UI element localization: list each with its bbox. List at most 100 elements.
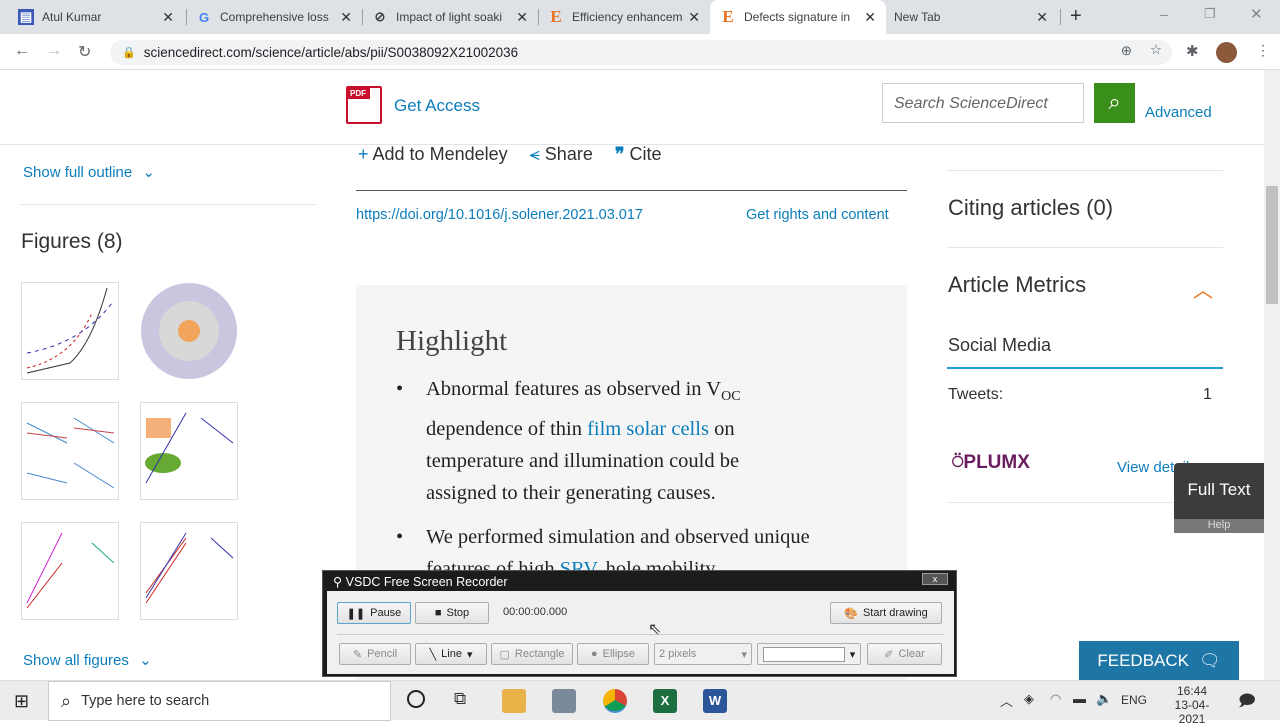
chrome-icon[interactable] xyxy=(603,689,627,713)
tab-impact-light-soaking[interactable]: ⊘ Impact of light soaki ✕ xyxy=(362,0,538,34)
tab-defects-signature[interactable]: E Defects signature in ✕ xyxy=(710,0,886,34)
search-button[interactable]: ⌕ xyxy=(1094,83,1135,123)
help-link[interactable]: Help xyxy=(1174,519,1264,533)
tab-new-tab[interactable]: New Tab ✕ xyxy=(886,0,1058,34)
show-full-outline-link[interactable]: Show full outline ⌄ xyxy=(23,163,155,181)
lock-icon: 🔒 xyxy=(122,47,136,59)
figure-thumbnail[interactable] xyxy=(21,402,119,500)
social-media-label: Social Media xyxy=(948,335,1052,355)
pdf-icon: PDF xyxy=(346,86,382,124)
get-rights-link[interactable]: Get rights and content xyxy=(746,207,889,223)
pencil-icon: ✎ xyxy=(352,648,363,661)
line-width-select[interactable]: 2 pixels ▾ xyxy=(654,643,752,665)
elsevier-icon: E xyxy=(722,7,734,26)
stop-button[interactable]: ■ Stop xyxy=(415,602,489,624)
palette-icon: 🎨 xyxy=(844,607,858,620)
cite-button[interactable]: ❞ Cite xyxy=(615,144,662,165)
figure-thumbnail[interactable] xyxy=(140,522,238,620)
address-bar[interactable]: 🔒 sciencedirect.com/science/article/abs/p… xyxy=(110,40,1172,65)
scrollbar-thumb[interactable] xyxy=(1266,186,1278,304)
cortana-icon[interactable] xyxy=(407,690,425,708)
language-indicator[interactable]: ENG xyxy=(1121,693,1147,707)
plus-icon: + xyxy=(358,144,369,164)
star-icon[interactable]: ☆ xyxy=(1150,42,1162,58)
notifications-icon[interactable]: 🗩 xyxy=(1238,690,1256,717)
new-tab-button[interactable]: + xyxy=(1070,5,1082,28)
pause-button[interactable]: ❚❚ Pause xyxy=(337,602,411,624)
clear-button[interactable]: ✐ Clear xyxy=(867,643,942,665)
chevron-up-icon[interactable]: ︿ xyxy=(1000,691,1013,710)
film-solar-cells-link[interactable]: film solar cells xyxy=(587,418,709,440)
get-access-link[interactable]: Get Access xyxy=(394,96,480,116)
close-icon[interactable]: ✕ xyxy=(688,9,700,26)
pencil-button[interactable]: ✎ Pencil xyxy=(339,643,411,665)
taskbar: ⊞ ⌕ Type here to search ⧉ X W ︿ ◈ ◠ ▬ 🔈 E… xyxy=(0,680,1280,726)
figure-thumbnail[interactable] xyxy=(140,402,238,500)
close-icon[interactable]: ✕ xyxy=(864,9,876,26)
full-text-widget[interactable]: Full Text Help xyxy=(1174,463,1264,533)
chat-icon: 🗨 xyxy=(1199,650,1221,670)
add-to-mendeley-button[interactable]: + Add to Mendeley xyxy=(358,144,508,165)
file-explorer-icon[interactable] xyxy=(502,689,526,713)
extensions-icon[interactable]: ✱ xyxy=(1186,42,1199,60)
network-app-icon[interactable]: ◈ xyxy=(1024,691,1034,707)
blogger-icon: ▤ xyxy=(18,9,34,25)
citing-articles-heading[interactable]: Citing articles (0) xyxy=(948,195,1113,221)
close-window-button[interactable]: ✕ xyxy=(1250,5,1263,23)
article-actions: + Add to Mendeley ⪪ Share ❞ Cite xyxy=(358,144,662,165)
minimize-button[interactable]: – xyxy=(1160,6,1168,22)
share-button[interactable]: ⪪ Share xyxy=(530,144,593,165)
figure-thumbnail[interactable] xyxy=(21,522,119,620)
line-icon: ╲ xyxy=(429,648,437,661)
show-all-figures-link[interactable]: Show all figures ⌄ xyxy=(23,651,152,669)
tab-efficiency-enhancement[interactable]: E Efficiency enhancem ✕ xyxy=(538,0,710,34)
stop-icon: ■ xyxy=(434,607,442,619)
reload-icon[interactable]: ↻ xyxy=(78,42,91,62)
taskbar-search-input[interactable]: ⌕ Type here to search xyxy=(48,681,391,721)
volume-icon[interactable]: 🔈 xyxy=(1096,691,1112,707)
feedback-button[interactable]: FEEDBACK 🗨 xyxy=(1079,641,1239,680)
rectangle-icon: ▢ xyxy=(499,648,510,661)
forward-icon[interactable]: → xyxy=(46,42,62,60)
quote-icon: ❞ xyxy=(614,144,625,164)
figure-thumbnail[interactable] xyxy=(140,282,238,380)
doi-link[interactable]: https://doi.org/10.1016/j.solener.2021.0… xyxy=(356,207,643,223)
advanced-search-link[interactable]: Advanced xyxy=(1145,104,1212,121)
scrollbar[interactable] xyxy=(1264,70,1280,680)
dropdown-arrow-icon[interactable]: ▾ xyxy=(467,648,473,661)
back-icon[interactable]: ← xyxy=(14,42,30,60)
google-icon: G xyxy=(198,9,210,25)
close-icon[interactable]: ✕ xyxy=(340,9,352,26)
figure-thumbnail[interactable] xyxy=(21,282,119,380)
color-select[interactable]: ▾ xyxy=(757,643,861,665)
recorder-app-icon[interactable] xyxy=(552,689,576,713)
word-icon[interactable]: W xyxy=(703,689,727,713)
tab-atul-kumar[interactable]: ▤ Atul Kumar ✕ xyxy=(8,0,184,34)
search-input[interactable]: Search ScienceDirect xyxy=(882,83,1084,123)
tab-comprehensive-loss[interactable]: G Comprehensive loss ✕ xyxy=(186,0,362,34)
chevron-up-icon[interactable]: ︿ xyxy=(1193,274,1213,303)
zoom-icon[interactable]: ⊕ xyxy=(1121,43,1132,59)
close-icon[interactable]: ✕ xyxy=(516,9,528,26)
rectangle-button[interactable]: ▢ Rectangle xyxy=(491,643,573,665)
site-header: PDF Get Access Search ScienceDirect ⌕ Ad… xyxy=(0,70,1264,145)
mouse-cursor: ⇖ xyxy=(648,621,662,638)
excel-icon[interactable]: X xyxy=(653,689,677,713)
close-icon[interactable]: ✕ xyxy=(1036,9,1048,26)
recording-time: 00:00:00.000 xyxy=(503,606,568,618)
wifi-icon[interactable]: ◠ xyxy=(1050,691,1061,707)
windows-start-icon[interactable]: ⊞ xyxy=(14,691,29,712)
battery-icon[interactable]: ▬ xyxy=(1073,691,1086,706)
article-metrics-heading[interactable]: Article Metrics xyxy=(948,272,1086,298)
chevron-down-icon: ▾ xyxy=(741,648,747,661)
start-drawing-button[interactable]: 🎨 Start drawing xyxy=(830,602,942,624)
close-icon[interactable]: ✕ xyxy=(162,9,174,26)
highlight-item: • Abnormal features as observed in VOC de… xyxy=(396,378,741,505)
close-icon[interactable]: x xyxy=(922,573,948,585)
menu-icon[interactable]: ⋮ xyxy=(1256,42,1270,59)
restore-button[interactable]: ❐ xyxy=(1204,6,1216,22)
task-view-icon[interactable]: ⧉ xyxy=(454,689,466,709)
avatar[interactable] xyxy=(1216,42,1237,63)
line-button[interactable]: ╲ Line ▾ xyxy=(415,643,487,665)
ellipse-button[interactable]: ● Ellipse xyxy=(577,643,649,665)
